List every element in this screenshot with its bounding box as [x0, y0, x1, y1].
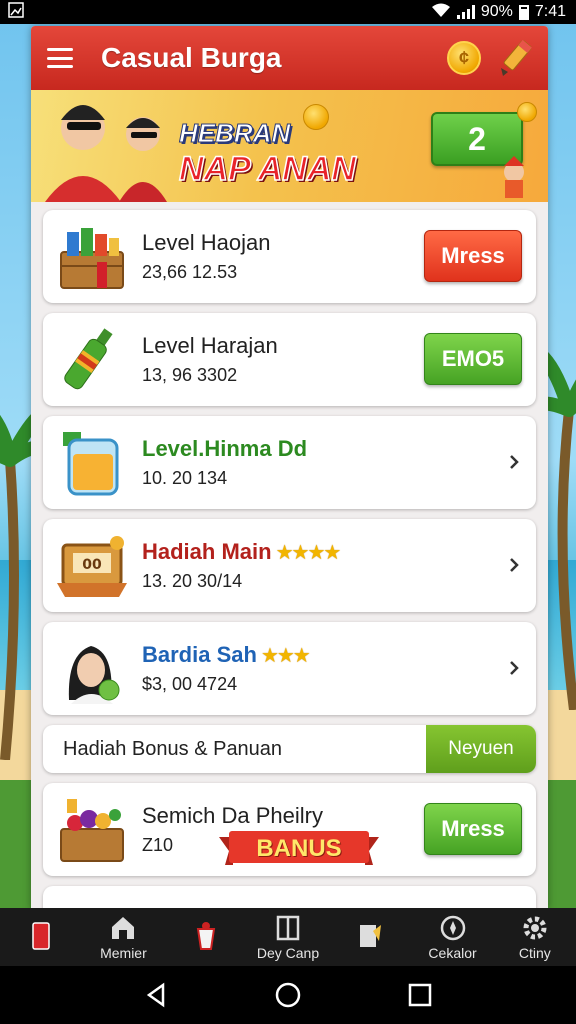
nav-item-cup[interactable]: [165, 908, 247, 966]
clock: 7:41: [534, 3, 566, 20]
nav-item-dey-canp[interactable]: Dey Canp: [247, 908, 329, 966]
banner-subheadline: NAP ANAN: [178, 149, 356, 189]
columns-icon: [276, 915, 300, 941]
home-icon: [112, 917, 135, 939]
gallery-notification-icon: [8, 1, 24, 23]
menu-icon[interactable]: [47, 48, 73, 68]
signal-icon: [456, 5, 475, 19]
claim-button[interactable]: Mress: [424, 230, 522, 282]
claim-button[interactable]: Mress: [424, 803, 522, 855]
bottom-nav: Memier Dey Canp Cekalor Ctiny: [0, 908, 576, 966]
nav-item-cekalor[interactable]: Cekalor: [411, 908, 493, 966]
item-value: 10. 20 134: [142, 468, 228, 488]
battery-icon: [518, 4, 529, 20]
ribbon-label: BANUS: [256, 835, 342, 862]
item-title: Level Haojan: [142, 230, 271, 255]
app-bar: Casual Burga ¢: [31, 26, 548, 90]
home-button-icon[interactable]: [275, 982, 301, 1008]
promo-banner[interactable]: HEBRAN NAP ANAN 2: [31, 90, 548, 202]
rating-stars: ★★★★: [275, 542, 342, 564]
pencil-icon[interactable]: [497, 36, 537, 80]
item-value: $3, 00 4724: [142, 674, 238, 694]
coin-decoration-icon: [303, 104, 329, 130]
battery-percent: 90%: [480, 3, 513, 20]
phone-icon: [32, 922, 50, 950]
app-title: Casual Burga: [101, 42, 282, 73]
gift-basket-icon: [60, 799, 124, 862]
list-item[interactable]: Bardia Sah ★★★ $3, 00 4724: [43, 622, 536, 715]
bonus-label: Hadiah Bonus & Panuan: [63, 738, 283, 760]
grocery-crate-icon: [60, 228, 124, 289]
recents-icon[interactable]: [407, 982, 433, 1008]
list-item[interactable]: Level.Hinma Dd 10. 20 134: [43, 416, 536, 509]
back-icon[interactable]: [143, 982, 169, 1008]
item-value: 23,66 12.53: [142, 262, 238, 282]
item-title: Semich Da Pheilry: [142, 803, 323, 828]
wifi-icon: [431, 2, 451, 23]
chevron-right-icon[interactable]: [508, 660, 520, 676]
list-item[interactable]: Semich Da Pheilry Z10 BANUS Mress: [43, 783, 536, 876]
chevron-right-icon[interactable]: [508, 454, 520, 470]
system-nav-bar: [0, 966, 576, 1024]
app-window: Casual Burga ¢ HEBRAN NAP ANAN 2 Level H…: [31, 26, 548, 910]
list-item[interactable]: Level Haojan 23,66 12.53 Mress: [43, 210, 536, 303]
list-item[interactable]: [43, 886, 536, 910]
reward-list: Level Haojan 23,66 12.53 Mress Level Har…: [31, 202, 548, 910]
nav-item-note[interactable]: [329, 908, 411, 966]
coin-decoration-icon: [517, 102, 537, 122]
soda-bottle-icon: [64, 328, 113, 390]
mascot-icon: [504, 156, 524, 198]
rating-stars: ★★★: [260, 645, 311, 667]
svg-text:00: 00: [82, 557, 102, 573]
item-value: 13, 96 3302: [142, 365, 238, 385]
item-value: 13. 20 30/14: [142, 571, 243, 591]
compass-icon: [440, 915, 465, 941]
list-item[interactable]: 00 Hadiah Main ★★★★ 13. 20 30/14: [43, 519, 536, 612]
nav-item-ctiny[interactable]: Ctiny: [494, 908, 576, 966]
claim-button[interactable]: EMO5: [424, 333, 522, 385]
list-item[interactable]: Level Harajan 13, 96 3302 EMO5: [43, 313, 536, 406]
cup-icon: [196, 922, 215, 950]
banner-headline: HEBRAN: [178, 118, 291, 149]
bonus-row[interactable]: Hadiah Bonus & Panuan Neyuen: [43, 725, 536, 773]
gear-icon: [523, 916, 547, 940]
avatar: [68, 646, 120, 704]
note-icon: [360, 925, 382, 947]
item-title: Hadiah Main ★★★★: [142, 539, 342, 564]
bonus-button[interactable]: Neyuen: [426, 725, 536, 773]
item-title: Level.Hinma Dd: [142, 436, 308, 461]
item-title: Bardia Sah ★★★: [142, 642, 311, 667]
banner-characters-image: [45, 105, 167, 202]
item-value: Z10: [142, 835, 174, 855]
coin-icon[interactable]: ¢: [447, 41, 481, 75]
item-title: Level Harajan: [142, 333, 278, 358]
nav-item-memier[interactable]: Memier: [82, 908, 164, 966]
treasure-sign-icon: 00: [57, 536, 127, 597]
chevron-right-icon[interactable]: [508, 557, 520, 573]
juice-glass-icon: [63, 432, 119, 496]
nav-item-phone[interactable]: [0, 908, 82, 966]
status-bar: 90% 7:41: [0, 0, 576, 24]
